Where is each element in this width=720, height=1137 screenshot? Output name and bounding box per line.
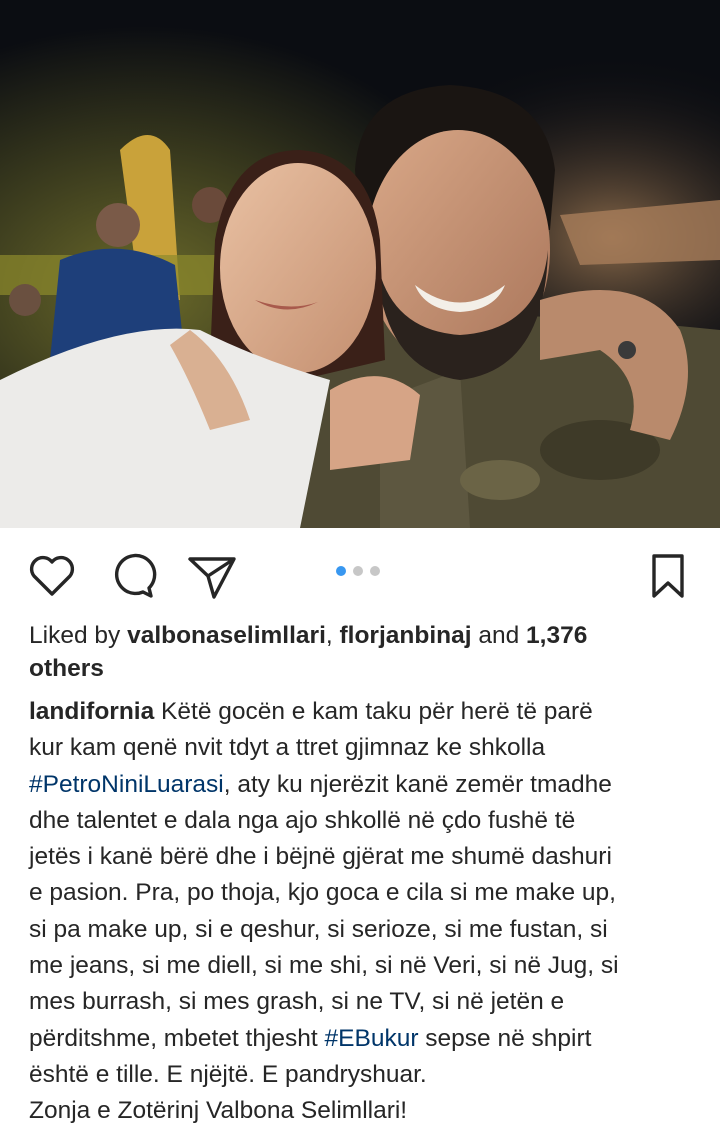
likes-and: and (471, 622, 527, 649)
likes-summary: Liked by valbonaselimllari, florjanbinaj… (29, 619, 689, 685)
comment-icon[interactable] (106, 550, 158, 602)
bookmark-icon[interactable] (642, 550, 694, 602)
caption-line: mes burrash, si mes grash, si ne TV, si … (29, 988, 565, 1016)
hashtag-link[interactable]: #EBukur (325, 1025, 419, 1052)
caption-text: Këtë gocën e kam taku për herë të parë (154, 698, 593, 725)
caption-line: është e tille. E njëjtë. E pandryshuar. (29, 1060, 427, 1088)
caption-text: sepse në shpirt (418, 1024, 592, 1052)
caption-line: jetës i kanë bërë dhe i bëjnë gjërat me … (29, 843, 612, 871)
carousel-dot-1 (336, 566, 346, 576)
liker-username[interactable]: florjanbinaj (340, 622, 472, 649)
post-photo[interactable] (0, 0, 720, 528)
caption-line: kur kam qenë nvit tdyt a ttret gjimnaz k… (29, 734, 546, 762)
carousel-dot-3 (370, 566, 380, 576)
caption-line: dhe talentet e dala nga ajo shkollë në ç… (29, 806, 576, 834)
caption-username[interactable]: landifornia (29, 698, 154, 725)
paper-plane-icon[interactable] (186, 550, 238, 602)
post-caption: landifornia Këtë gocën e kam taku për he… (29, 694, 697, 1130)
caption-line: me jeans, si me diell, si me shi, si në … (29, 952, 619, 980)
post-actions-bar (0, 528, 720, 620)
likes-count[interactable]: 1,376 (526, 622, 587, 649)
likes-prefix: Liked by (29, 622, 128, 649)
carousel-indicator (336, 566, 380, 578)
likes-separator: , (325, 622, 340, 649)
carousel-dot-2 (353, 566, 363, 576)
caption-text: përditshme, mbetet thjesht (29, 1024, 325, 1052)
caption-line: Zonja e Zotërinj Valbona Selimllari! (29, 1097, 408, 1125)
caption-text: , aty ku njerëzit kanë zemër tmadhe (223, 770, 612, 798)
liker-username[interactable]: valbonaselimllari (127, 622, 326, 649)
caption-line: e pasion. Pra, po thoja, kjo goca e cila… (29, 879, 616, 907)
caption-line: si pa make up, si e qeshur, si serioze, … (29, 915, 608, 943)
likes-others[interactable]: others (29, 655, 104, 682)
heart-icon[interactable] (26, 550, 78, 602)
hashtag-link[interactable]: #PetroNiniLuarasi (29, 771, 224, 798)
